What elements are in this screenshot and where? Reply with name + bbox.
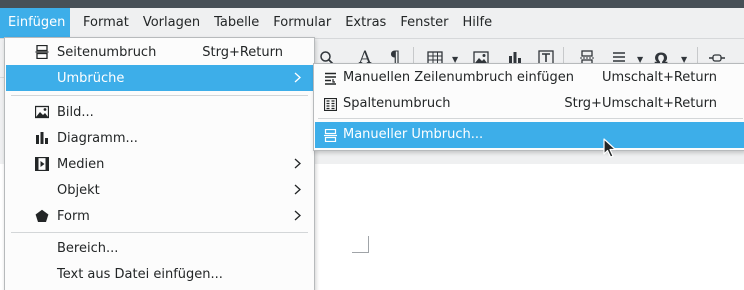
column-break-icon [322,96,338,112]
submenu-item-spaltenumbruch[interactable]: Spaltenumbruch Strg+Umschalt+Return [315,91,744,117]
chevron-right-icon [293,157,301,169]
menu-item-label: Form [57,208,90,224]
menu-item-seitenumbruch[interactable]: Seitenumbruch Strg+Return [6,39,313,65]
menu-hilfe[interactable]: Hilfe [456,8,500,38]
menu-item-bild[interactable]: Bild... [6,99,313,125]
menu-item-label: Bereich... [57,240,119,256]
chart-icon [34,130,50,146]
writer-window: Einfügen Format Vorlagen Tabelle Formula… [0,0,744,290]
submenu-item-zeilenumbruch[interactable]: Manuellen Zeilenumbruch einfügen Umschal… [315,65,744,91]
insert-menu: Seitenumbruch Strg+Return Umbrüche Bild.… [4,37,315,290]
manual-break-icon [322,127,338,143]
submenu-item-manueller-umbruch[interactable]: Manueller Umbruch... [315,122,744,148]
page-corner-mark [352,236,369,253]
menu-item-form[interactable]: Form [6,203,313,229]
menu-format[interactable]: Format [76,8,136,38]
menu-extras[interactable]: Extras [338,8,393,38]
image-icon [34,104,50,120]
menu-fenster[interactable]: Fenster [393,8,455,38]
mouse-cursor-icon [603,138,617,158]
menu-item-label: Bild... [57,104,94,120]
chevron-right-icon [293,71,301,83]
menu-item-shortcut: Strg+Return [202,44,283,60]
menu-item-objekt[interactable]: Objekt [6,177,313,203]
menu-bar: Einfügen Format Vorlagen Tabelle Formula… [0,8,744,39]
submenu-item-label: Spaltenumbruch [343,96,451,111]
breaks-submenu: Manuellen Zeilenumbruch einfügen Umschal… [313,63,744,151]
chevron-right-icon [293,209,301,221]
menu-vorlagen[interactable]: Vorlagen [136,8,207,38]
media-icon [34,156,50,172]
menu-separator [11,95,308,96]
menu-einfuegen[interactable]: Einfügen [0,8,70,38]
menu-item-bereich[interactable]: Bereich... [6,235,313,261]
chevron-right-icon [293,183,301,195]
submenu-item-shortcut: Umschalt+Return [601,70,717,85]
menu-item-label: Objekt [57,182,100,198]
menu-item-medien[interactable]: Medien [6,151,313,177]
title-bar [0,0,744,8]
submenu-item-label: Manueller Umbruch... [343,127,484,142]
menu-item-label: Seitenumbruch [57,44,157,60]
menu-formular[interactable]: Formular [266,8,338,38]
menu-item-label: Umbrüche [57,70,125,86]
submenu-item-shortcut: Strg+Umschalt+Return [564,96,717,111]
menu-tabelle[interactable]: Tabelle [207,8,266,38]
submenu-item-label: Manuellen Zeilenumbruch einfügen [343,70,575,85]
menu-item-umbrueche[interactable]: Umbrüche [6,65,313,91]
menu-item-label: Diagramm... [57,130,138,146]
menu-separator [11,232,308,233]
page-break-icon [34,44,50,60]
menu-item-text-aus-datei[interactable]: Text aus Datei einfügen... [6,261,313,287]
menu-item-label: Medien [57,156,105,172]
menu-item-label: Text aus Datei einfügen... [57,266,223,282]
shape-icon [34,208,50,224]
line-break-icon [322,70,338,86]
menu-item-diagramm[interactable]: Diagramm... [6,125,313,151]
submenu-separator [318,118,743,119]
